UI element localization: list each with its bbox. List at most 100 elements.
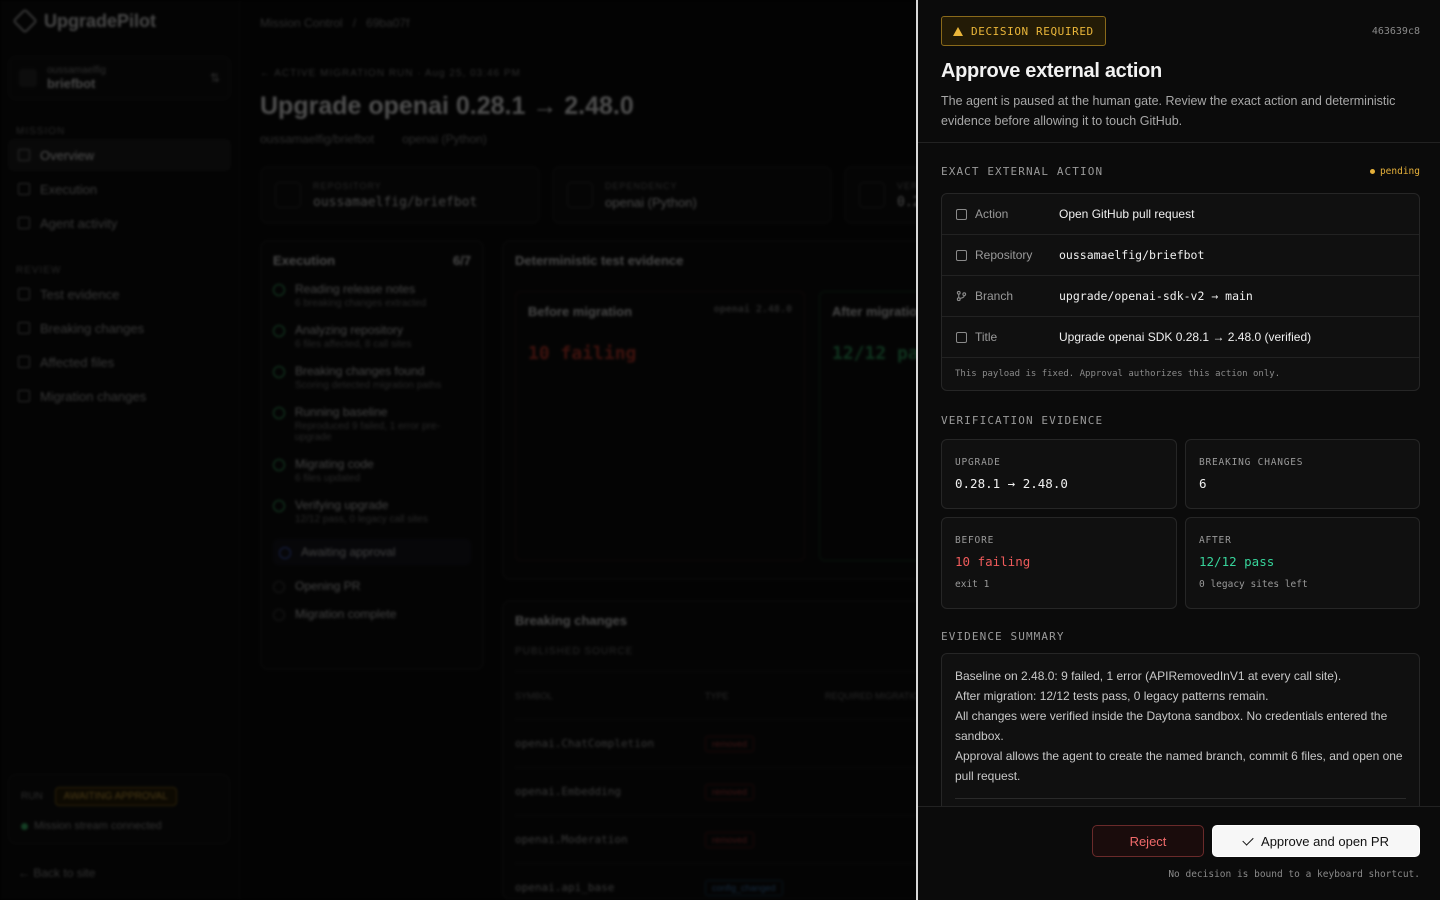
version-icon [859,182,885,208]
brand-name: UpgradePilot [44,10,157,31]
column-header: REQUIRED MIGRATION [825,690,926,701]
card-title: After migration [832,304,926,319]
section-title: EVIDENCE SUMMARY [941,629,1065,643]
step-title: Migrating code [295,457,374,471]
sidebar-item-migration-changes[interactable]: Migration changes [8,380,231,412]
check-icon [1242,833,1254,846]
branch-row: Branch upgrade/openai-sdk-v2 → main [942,276,1419,317]
run-label: RUN [21,791,43,802]
action-payload-table: Action Open GitHub pull request Reposito… [941,193,1420,391]
check-icon [273,500,285,512]
step-desc: Reproduced 9 failed, 1 error pre-upgrade [294,421,440,443]
drawer-header: DECISION REQUIRED 463639c8 Approve exter… [918,0,1440,143]
execution-step: Analyzing repository 6 files affected, 8 … [273,323,471,350]
panel-title: Deterministic test evidence [515,253,684,268]
sidebar-item-label: Test evidence [40,286,120,302]
before-card: BEFORE 10 failing exit 1 [941,517,1177,609]
repository-icon [275,182,301,208]
execution-step: Breaking changes found Scoring detected m… [273,364,471,391]
symbol-cell: openai.Moderation [515,833,628,846]
step-count: 6/7 [452,253,471,268]
sidebar: UpgradePilot oussamaelfig briefbot ⇅ MIS… [0,0,240,900]
approve-button[interactable]: Approve and open PR [1212,825,1420,857]
breaking-changes-card: BREAKING CHANGES 6 [1185,439,1420,509]
panel-title: Breaking changes [515,613,627,628]
evidence-grid: UPGRADE 0.28.1 → 2.48.0 BREAKING CHANGES… [941,439,1420,609]
row-value: oussamaelfig/briefbot [1059,248,1205,262]
chevron-updown-icon: ⇅ [209,71,220,85]
step-title: Analyzing repository [295,323,404,337]
row-label: Action [975,207,1009,221]
drawer-footer: Reject Approve and open PR No decision i… [918,806,1440,900]
type-tag: removed [705,831,755,848]
row-label: Title [975,330,998,344]
card-version: openai 2.48.0 [713,304,792,315]
pending-dot-icon [1369,168,1375,174]
execution-step: Migration complete [273,607,471,621]
card-subtext: 0 legacy sites left [1199,579,1308,590]
drawer-description: The agent is paused at the human gate. R… [941,94,1396,128]
execution-step: Migrating code 6 files updated [273,457,471,484]
external-link-icon [956,208,967,220]
action-row: Action Open GitHub pull request [942,194,1419,235]
sidebar-item-label: Agent activity [40,215,118,231]
sidebar-item-label: Overview [40,147,95,163]
before-migration-card: Before migration openai 2.48.0 10 failing [515,291,805,561]
run-status-badge: AWAITING APPROVAL [54,787,177,806]
column-header: SYMBOL [515,690,553,701]
row-value: Open GitHub pull request [1059,207,1195,221]
badge-label: DECISION REQUIRED [971,24,1094,38]
check-icon [273,407,285,419]
summary-line: Approval allows the agent to create the … [955,749,1403,783]
grid-icon [18,149,30,161]
check-icon [273,459,285,471]
sidebar-item-label: Execution [40,181,98,197]
card-label: AFTER [1199,535,1232,546]
sidebar-item-test-evidence[interactable]: Test evidence [8,278,231,310]
file-icon [18,356,30,368]
page-title: Upgrade openai 0.28.1 → 2.48.0 [260,92,634,120]
check-icon [273,284,285,296]
sidebar-item-label: Breaking changes [40,320,145,336]
diff-icon [18,390,30,402]
branch-icon [956,290,967,302]
package-icon [567,182,593,208]
workspace-switcher[interactable]: oussamaelfig briefbot ⇅ [8,56,231,100]
verification-section: VERIFICATION EVIDENCE UPGRADE 0.28.1 → 2… [918,391,1440,609]
sidebar-item-agent-activity[interactable]: Agent activity [8,207,231,239]
workspace-avatar [19,69,37,87]
back-link-label: Back to site [33,866,96,880]
step-title: Reading release notes [295,282,416,296]
document-icon [956,331,967,343]
step-title: Breaking changes found [295,364,425,378]
sidebar-item-breaking-changes[interactable]: Breaking changes [8,312,231,344]
sidebar-item-execution[interactable]: Execution [8,173,231,205]
evidence-summary-section: EVIDENCE SUMMARY Baseline on 2.48.0: 9 f… [918,609,1440,806]
sidebar-item-label: Affected files [40,354,115,370]
sidebar-item-overview[interactable]: Overview [8,139,231,171]
flask-icon [18,288,30,300]
sidebar-item-affected-files[interactable]: Affected files [8,346,231,378]
approval-drawer: DECISION REQUIRED 463639c8 Approve exter… [916,0,1440,900]
card-value: 6 [1199,476,1207,491]
stat-label: REPOSITORY [313,180,382,191]
summary-line: After migration: 12/12 tests pass, 0 leg… [955,689,1269,703]
reject-button[interactable]: Reject [1092,825,1204,857]
brand[interactable]: UpgradePilot [12,8,231,34]
run-id: 463639c8 [1371,25,1420,37]
card-value: 12/12 pass [1199,554,1275,569]
breadcrumb-item[interactable]: Mission Control [260,16,343,30]
connection-dot [21,822,28,830]
symbol-cell: openai.api_base [515,881,615,894]
activity-icon [18,217,30,229]
back-to-site-link[interactable]: ← Back to site [18,866,95,880]
nav-section-mission: MISSION [16,126,66,137]
drawer-scroll-area[interactable]: DECISION REQUIRED 463639c8 Approve exter… [918,0,1440,806]
card-value: 0.28.1 → 2.48.0 [955,476,1068,491]
after-card: AFTER 12/12 pass 0 legacy sites left [1185,517,1420,609]
card-subtext: exit 1 [955,579,990,590]
evidence-summary: Baseline on 2.48.0: 9 failed, 1 error (A… [941,653,1420,806]
repo-link[interactable]: oussamaelfig/briefbot [260,132,374,146]
approve-label: Approve and open PR [1261,833,1389,849]
run-status-box: RUN AWAITING APPROVAL Mission stream con… [8,774,230,844]
